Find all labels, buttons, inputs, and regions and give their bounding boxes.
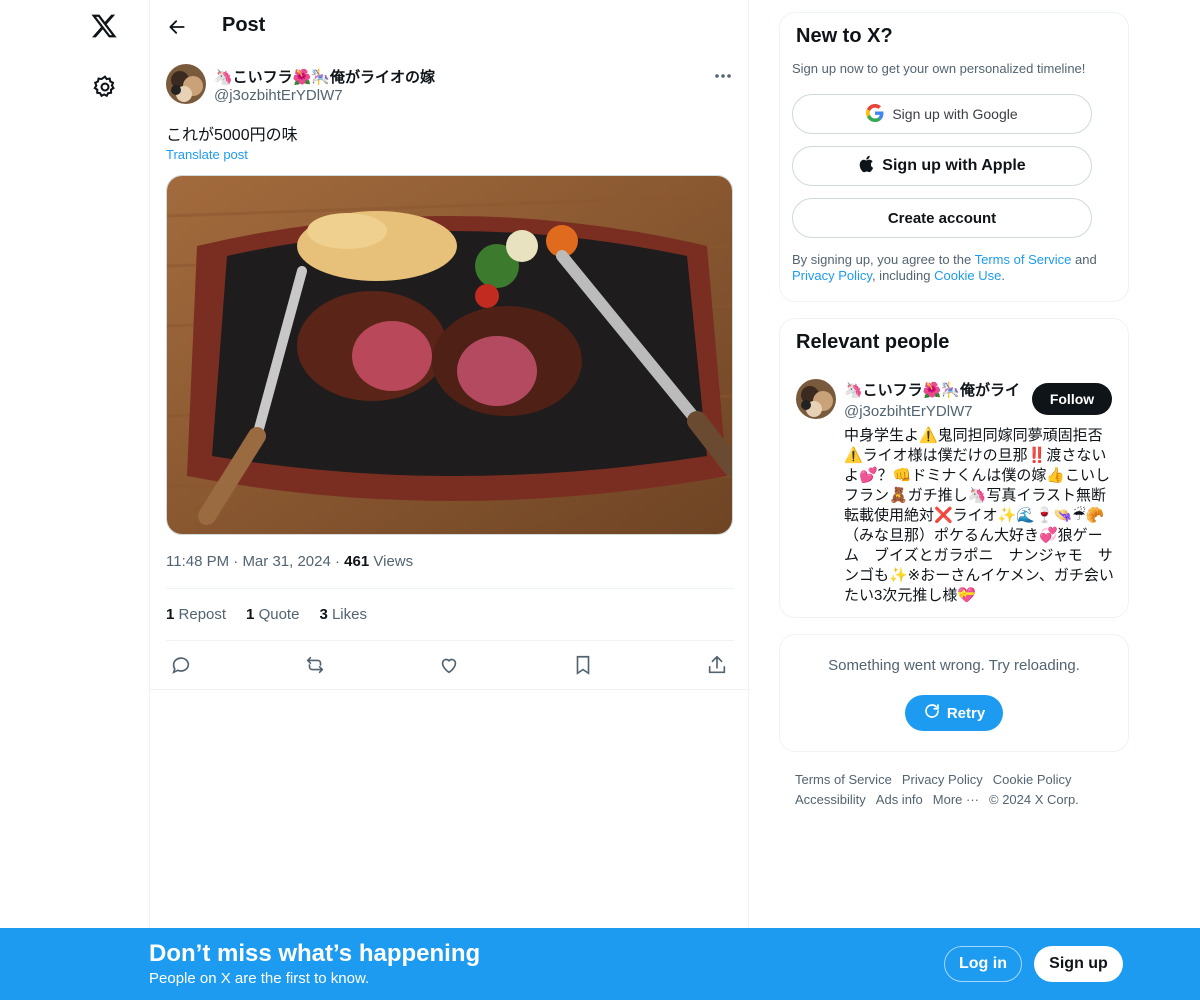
login-banner: Don’t miss what’s happening People on X …	[0, 928, 1200, 1000]
post-header: Post	[150, 0, 750, 53]
retry-button[interactable]: Retry	[905, 695, 1003, 731]
likes-label: Likes	[331, 606, 367, 623]
author-handle[interactable]: @j3ozbihtErYDlW7	[214, 87, 343, 104]
gear-icon[interactable]	[92, 74, 118, 100]
likes-stat[interactable]: 3 Likes	[319, 606, 367, 623]
legal-prefix: By signing up, you agree to the	[792, 252, 975, 267]
likes-count: 3	[319, 606, 328, 623]
post-time[interactable]: 11:48 PM	[166, 553, 229, 570]
more-icon[interactable]	[710, 64, 736, 88]
banner-subtitle: People on X are the first to know.	[149, 970, 370, 987]
cookie-link[interactable]: Cookie Use	[934, 268, 1001, 283]
relevant-title: Relevant people	[796, 331, 950, 353]
footer-links: Terms of Service Privacy Policy Cookie Pol…	[795, 770, 1115, 810]
like-icon[interactable]	[436, 652, 462, 678]
quotes-count: 1	[246, 606, 255, 623]
avatar[interactable]	[166, 64, 206, 104]
post-date[interactable]: Mar 31, 2024	[242, 553, 330, 570]
error-message: Something went wrong. Try reloading.	[828, 657, 1080, 674]
footer-more[interactable]: More ···	[933, 792, 979, 807]
post-actions	[166, 650, 734, 680]
create-account-label: Create account	[887, 209, 997, 227]
reposts-label: Repost	[178, 606, 227, 623]
reply-icon[interactable]	[168, 652, 194, 678]
error-card: Something went wrong. Try reloading. Ret…	[779, 634, 1129, 752]
privacy-link[interactable]: Privacy Policy	[792, 268, 872, 283]
footer-accessibility[interactable]: Accessibility	[795, 792, 866, 807]
x-logo-icon[interactable]	[90, 12, 120, 42]
quotes-label: Quote	[258, 606, 300, 623]
views-label: Views	[373, 553, 414, 570]
share-icon[interactable]	[704, 652, 730, 678]
legal-suffix: .	[1001, 268, 1005, 283]
quotes-stat[interactable]: 1 Quote	[246, 606, 299, 623]
divider	[166, 640, 734, 641]
signup-button[interactable]: Sign up	[1034, 946, 1123, 982]
relevant-person-handle[interactable]: @j3ozbihtErYDlW7	[844, 403, 973, 420]
apple-signup-button[interactable]: Sign up with Apple	[792, 146, 1092, 186]
signup-title: New to X?	[796, 25, 893, 47]
divider	[150, 689, 750, 690]
legal-and: and	[1071, 252, 1097, 267]
signup-subtitle: Sign up now to get your own personalized…	[792, 61, 1086, 76]
banner-title: Don’t miss what’s happening	[149, 940, 481, 967]
footer-privacy[interactable]: Privacy Policy	[902, 772, 983, 787]
main-column: Post 🦄こいフラ🌺🎠俺がライオの嫁 @j3ozbihtErYDlW7 これが…	[149, 0, 750, 1000]
terms-link[interactable]: Terms of Service	[975, 252, 1072, 267]
follow-button[interactable]: Follow	[1032, 383, 1112, 415]
google-signup-label: Sign up with Google	[892, 106, 1018, 122]
apple-icon	[858, 155, 874, 178]
refresh-icon	[923, 702, 941, 724]
repost-icon[interactable]	[302, 652, 328, 678]
reposts-stat[interactable]: 1 Repost	[166, 606, 226, 623]
divider	[166, 588, 734, 589]
footer-copyright: © 2024 X Corp.	[989, 792, 1079, 807]
reposts-count: 1	[166, 606, 175, 623]
footer-terms[interactable]: Terms of Service	[795, 772, 892, 787]
page-title: Post	[222, 14, 266, 36]
create-account-button[interactable]: Create account	[792, 198, 1092, 238]
relevant-people-card: Relevant people 🦄こいフラ🌺🎠俺がライ @j3ozbihtErY…	[779, 318, 1129, 618]
meta-separator: ·	[335, 553, 345, 570]
signup-legal: By signing up, you agree to the Terms of…	[792, 252, 1122, 284]
signup-card: New to X? Sign up now to get your own pe…	[779, 12, 1129, 302]
relevant-person-bio: 中身学生よ⚠️鬼同担同嫁同夢頑固拒否⚠️ライオ様は僕だけの旦那‼️渡さないよ💕？…	[844, 427, 1114, 604]
login-button[interactable]: Log in	[944, 946, 1022, 982]
avatar[interactable]	[796, 379, 836, 419]
author-name[interactable]: 🦄こいフラ🌺🎠俺がライオの嫁	[214, 66, 435, 87]
arrow-left-icon[interactable]	[164, 14, 190, 40]
relevant-person-name[interactable]: 🦄こいフラ🌺🎠俺がライ	[844, 379, 1026, 400]
footer-ads[interactable]: Ads info	[876, 792, 923, 807]
retry-label: Retry	[946, 704, 986, 722]
left-nav	[0, 0, 150, 1000]
post-meta: 11:48 PM · Mar 31, 2024 · 461 Views	[166, 553, 413, 570]
engagement-stats: 1 Repost 1 Quote 3 Likes	[166, 606, 367, 623]
post-text: これが5000円の味	[166, 127, 298, 144]
apple-signup-label: Sign up with Apple	[882, 157, 1026, 174]
legal-including: , including	[871, 268, 935, 283]
google-signup-button[interactable]: Sign up with Google	[792, 94, 1092, 134]
translate-link[interactable]: Translate post	[166, 147, 248, 162]
views-count: 461	[344, 553, 370, 570]
bookmark-icon[interactable]	[570, 652, 596, 678]
post-image[interactable]	[166, 175, 733, 535]
footer-cookie[interactable]: Cookie Policy	[993, 772, 1072, 787]
google-icon	[866, 103, 884, 125]
